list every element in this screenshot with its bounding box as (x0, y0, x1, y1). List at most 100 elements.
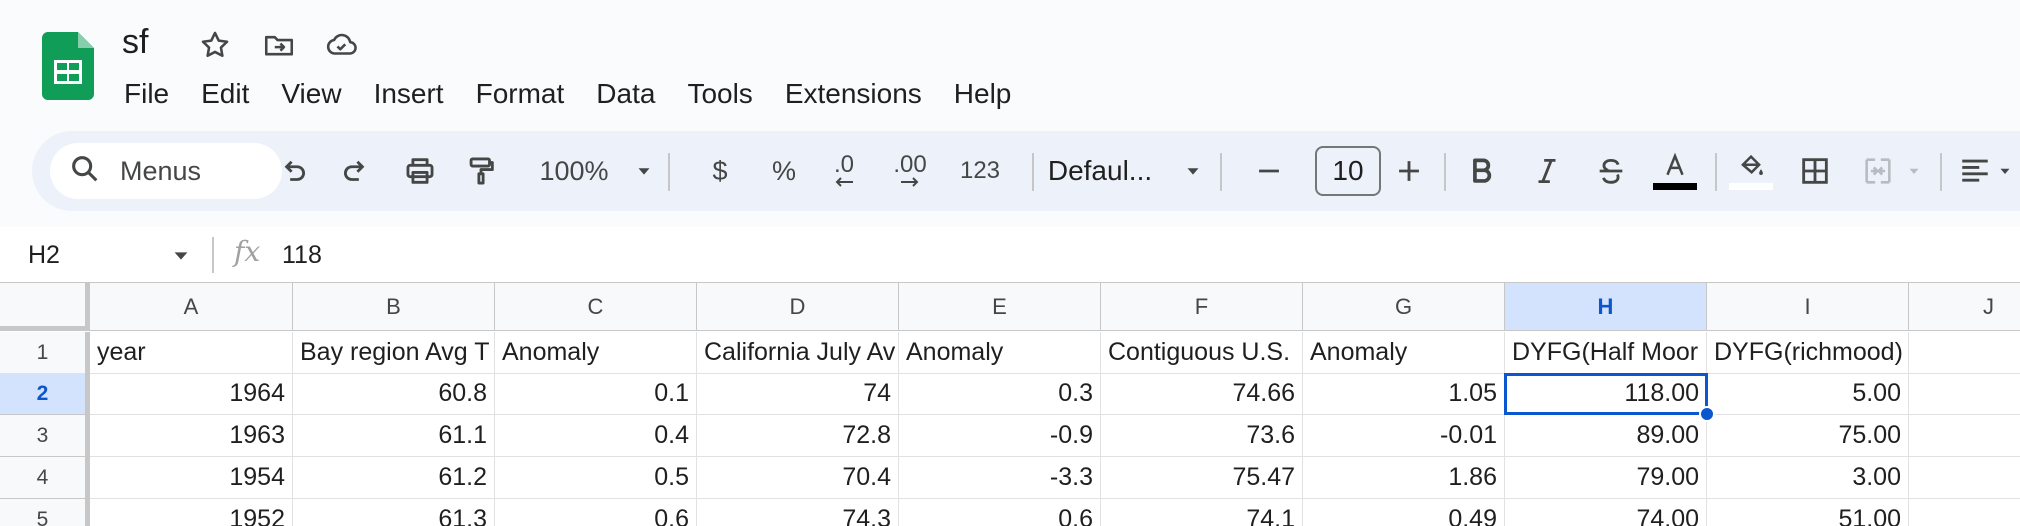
text-color-icon[interactable] (1647, 131, 1703, 211)
cell-f3[interactable]: 73.6 (1101, 415, 1303, 457)
row-header-3[interactable]: 3 (0, 415, 90, 457)
cell-b3[interactable]: 61.1 (293, 415, 495, 457)
cloud-saved-icon[interactable] (324, 28, 358, 62)
cell-a1[interactable]: year (90, 332, 293, 374)
bold-icon[interactable] (1454, 131, 1510, 211)
column-header-b[interactable]: B (293, 283, 495, 331)
cell-j1[interactable] (1909, 332, 2020, 374)
cell-g2[interactable]: 1.05 (1303, 373, 1505, 415)
cell-c4[interactable]: 0.5 (495, 457, 697, 499)
row-header-1[interactable]: 1 (0, 332, 90, 374)
cell-g3[interactable]: -0.01 (1303, 415, 1505, 457)
cell-h4[interactable]: 79.00 (1505, 457, 1707, 499)
cell-e4[interactable]: -3.3 (899, 457, 1101, 499)
sheets-logo-icon[interactable] (41, 32, 94, 100)
font-size-input[interactable]: 10 (1315, 146, 1381, 196)
column-header-h[interactable]: H (1505, 283, 1707, 331)
menu-tools[interactable]: Tools (671, 78, 768, 110)
cell-d3[interactable]: 72.8 (697, 415, 899, 457)
cell-f1[interactable]: Contiguous U.S. (1101, 332, 1303, 374)
cell-e2[interactable]: 0.3 (899, 373, 1101, 415)
cell-c5[interactable]: 0.6 (495, 499, 697, 526)
cell-d2[interactable]: 74 (697, 373, 899, 415)
decrease-font-size-icon[interactable] (1244, 131, 1294, 211)
row-header-5[interactable]: 5 (0, 499, 90, 526)
cell-c1[interactable]: Anomaly (495, 332, 697, 374)
borders-icon[interactable] (1787, 131, 1843, 211)
currency-format-button[interactable]: $ (700, 131, 740, 211)
strikethrough-icon[interactable] (1583, 131, 1639, 211)
menu-search-box[interactable]: Menus (50, 143, 282, 199)
italic-icon[interactable] (1519, 131, 1575, 211)
cell-j5[interactable] (1909, 499, 2020, 526)
menu-extensions[interactable]: Extensions (769, 78, 938, 110)
redo-icon[interactable] (331, 131, 381, 211)
cell-e5[interactable]: 0.6 (899, 499, 1101, 526)
column-header-i[interactable]: I (1707, 283, 1909, 331)
row-header-4[interactable]: 4 (0, 457, 90, 499)
cell-i1[interactable]: DYFG(richmood) (1707, 332, 1909, 374)
font-select[interactable]: Defaul... (1036, 131, 1216, 211)
cell-j4[interactable] (1909, 457, 2020, 499)
cell-i2[interactable]: 5.00 (1707, 373, 1909, 415)
merge-cells-icon[interactable] (1852, 131, 1932, 211)
cell-j2[interactable] (1909, 373, 2020, 415)
menu-edit[interactable]: Edit (185, 78, 265, 110)
cell-e1[interactable]: Anomaly (899, 332, 1101, 374)
cell-a5[interactable]: 1952 (90, 499, 293, 526)
cell-h5[interactable]: 74.00 (1505, 499, 1707, 526)
cell-j3[interactable] (1909, 415, 2020, 457)
fill-handle[interactable] (1699, 406, 1715, 422)
cell-a3[interactable]: 1963 (90, 415, 293, 457)
increase-font-size-icon[interactable] (1384, 131, 1434, 211)
menu-format[interactable]: Format (460, 78, 581, 110)
cell-g5[interactable]: 0.49 (1303, 499, 1505, 526)
menu-file[interactable]: File (108, 78, 185, 110)
cell-c3[interactable]: 0.4 (495, 415, 697, 457)
document-title[interactable]: sf (122, 22, 148, 62)
undo-icon[interactable] (268, 131, 318, 211)
horizontal-align-icon[interactable] (1950, 131, 2020, 211)
cell-i5[interactable]: 51.00 (1707, 499, 1909, 526)
cell-h3[interactable]: 89.00 (1505, 415, 1707, 457)
fill-color-icon[interactable] (1723, 131, 1779, 211)
cell-b4[interactable]: 61.2 (293, 457, 495, 499)
cell-f5[interactable]: 74.1 (1101, 499, 1303, 526)
cell-g1[interactable]: Anomaly (1303, 332, 1505, 374)
name-box-dropdown-icon[interactable] (170, 245, 192, 267)
column-header-c[interactable]: C (495, 283, 697, 331)
menu-view[interactable]: View (265, 78, 357, 110)
cell-i4[interactable]: 3.00 (1707, 457, 1909, 499)
cell-b5[interactable]: 61.3 (293, 499, 495, 526)
row-header-2[interactable]: 2 (0, 373, 90, 415)
cell-a2[interactable]: 1964 (90, 373, 293, 415)
star-icon[interactable] (198, 28, 232, 62)
formula-input[interactable]: 118 (282, 227, 322, 283)
column-header-a[interactable]: A (90, 283, 293, 331)
cell-f2[interactable]: 74.66 (1101, 373, 1303, 415)
menu-data[interactable]: Data (580, 78, 671, 110)
decrease-decimal-button[interactable]: .0 (817, 131, 871, 211)
cell-c2[interactable]: 0.1 (495, 373, 697, 415)
column-header-f[interactable]: F (1101, 283, 1303, 331)
print-icon[interactable] (395, 131, 445, 211)
percent-format-button[interactable]: % (764, 131, 804, 211)
cell-h1[interactable]: DYFG(Half Moor (1505, 332, 1707, 374)
cell-f4[interactable]: 75.47 (1101, 457, 1303, 499)
column-header-j[interactable]: J (1909, 283, 2020, 331)
increase-decimal-button[interactable]: .00 (878, 131, 942, 211)
menu-help[interactable]: Help (938, 78, 1028, 110)
zoom-select[interactable]: 100% (522, 131, 672, 211)
menu-insert[interactable]: Insert (358, 78, 460, 110)
more-formats-button[interactable]: 123 (942, 131, 1018, 211)
name-box[interactable]: H2 (28, 227, 60, 283)
cell-g4[interactable]: 1.86 (1303, 457, 1505, 499)
cell-d5[interactable]: 74.3 (697, 499, 899, 526)
column-header-e[interactable]: E (899, 283, 1101, 331)
select-all-corner[interactable] (0, 283, 90, 331)
cell-e3[interactable]: -0.9 (899, 415, 1101, 457)
paint-format-icon[interactable] (456, 131, 506, 211)
cell-b1[interactable]: Bay region Avg T (293, 332, 495, 374)
cell-h2[interactable]: 118.00 (1505, 373, 1707, 415)
cell-a4[interactable]: 1954 (90, 457, 293, 499)
